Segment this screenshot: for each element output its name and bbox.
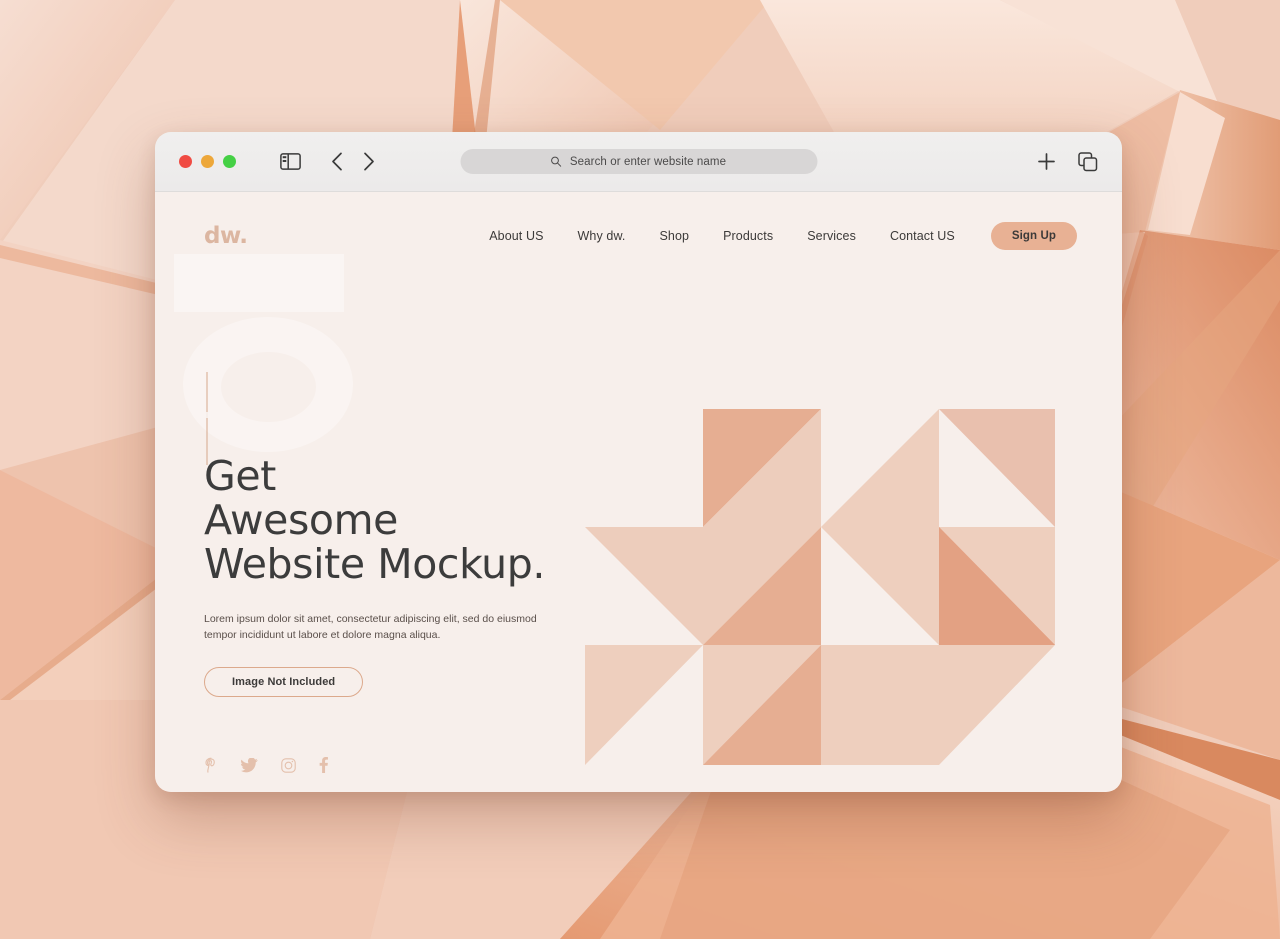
nav-item-why-dw[interactable]: Why dw.: [561, 229, 643, 243]
nav-item-services[interactable]: Services: [790, 229, 873, 243]
nav-item-products[interactable]: Products: [706, 229, 790, 243]
nav-item-contact-us[interactable]: Contact US: [873, 229, 972, 243]
plus-icon[interactable]: [1037, 152, 1056, 171]
tab-overview-icon[interactable]: [1078, 151, 1098, 172]
main-navigation: About US Why dw. Shop Products Services …: [472, 222, 1077, 250]
site-header: dw. About US Why dw. Shop Products Servi…: [155, 192, 1122, 250]
headline-line-2: Awesome: [204, 495, 398, 544]
close-window-button[interactable]: [179, 155, 192, 168]
artwork-triangles: [585, 409, 1055, 765]
traffic-lights: [179, 155, 236, 168]
nav-item-about-us[interactable]: About US: [472, 229, 560, 243]
page-viewport: dw. About US Why dw. Shop Products Servi…: [155, 192, 1122, 792]
browser-window: Search or enter website name dw. About U…: [155, 132, 1122, 792]
chevron-right-icon[interactable]: [363, 152, 375, 171]
facebook-icon[interactable]: [319, 757, 328, 774]
search-input-text: Search or enter website name: [569, 155, 727, 168]
image-not-included-button[interactable]: Image Not Included: [204, 667, 364, 698]
search-icon: [551, 156, 562, 167]
minimize-window-button[interactable]: [201, 155, 214, 168]
toolbar-right-actions: [1037, 151, 1098, 172]
pinterest-icon[interactable]: [204, 757, 218, 773]
hero-headline: Get Awesome Website Mockup.: [204, 452, 574, 588]
headline-line-3: Website Mockup.: [204, 539, 545, 588]
headline-line-1: Get: [204, 452, 276, 500]
browser-toolbar: Search or enter website name: [155, 132, 1122, 192]
maximize-window-button[interactable]: [223, 155, 236, 168]
social-links: [204, 757, 574, 774]
search-input[interactable]: Search or enter website name: [460, 149, 817, 174]
sign-up-button[interactable]: Sign Up: [990, 222, 1077, 250]
watermark-rectangle: [174, 254, 344, 312]
watermark-line-gap: [206, 412, 208, 418]
watermark-oval-inner: [221, 352, 316, 422]
instagram-icon[interactable]: [281, 757, 296, 773]
twitter-icon[interactable]: [241, 757, 258, 773]
sidebar-toggle-icon[interactable]: [280, 153, 301, 170]
site-logo[interactable]: dw.: [204, 224, 248, 248]
nav-item-shop[interactable]: Shop: [642, 229, 706, 243]
hero-description: Lorem ipsum dolor sit amet, consectetur …: [204, 612, 537, 641]
chevron-left-icon[interactable]: [331, 152, 343, 171]
hero-artwork: [585, 409, 1055, 765]
hero-content: Get Awesome Website Mockup. Lorem ipsum …: [204, 452, 574, 774]
